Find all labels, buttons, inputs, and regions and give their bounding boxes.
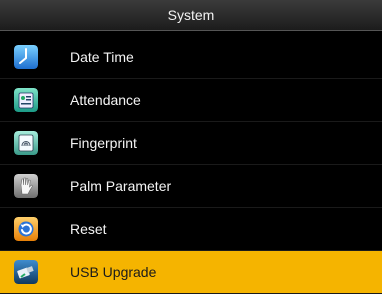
menu-item-fingerprint[interactable]: Fingerprint: [0, 122, 382, 165]
menu-item-label: Reset: [70, 221, 107, 237]
fingerprint-icon: [14, 131, 38, 155]
title-bar: System: [0, 0, 382, 31]
menu-item-label: Attendance: [70, 92, 141, 108]
attendance-icon: [14, 88, 38, 112]
menu-item-palm-parameter[interactable]: Palm Parameter: [0, 165, 382, 208]
menu-item-label: Palm Parameter: [70, 178, 172, 194]
menu-item-label: Date Time: [70, 49, 134, 65]
page-title: System: [167, 7, 215, 23]
palm-icon: [14, 174, 38, 198]
usb-icon: [14, 260, 38, 284]
menu-item-label: USB Upgrade: [70, 264, 157, 280]
reset-icon: [14, 217, 38, 241]
menu-item-attendance[interactable]: Attendance: [0, 79, 382, 122]
system-menu-list: Date Time Attendance Fingerprint Palm Pa…: [0, 36, 382, 294]
menu-item-date-time[interactable]: Date Time: [0, 36, 382, 79]
clock-icon: [14, 45, 38, 69]
device-screen: System Date Time Attendance Fingerprint …: [0, 0, 382, 294]
menu-item-label: Fingerprint: [70, 135, 137, 151]
menu-item-reset[interactable]: Reset: [0, 208, 382, 251]
